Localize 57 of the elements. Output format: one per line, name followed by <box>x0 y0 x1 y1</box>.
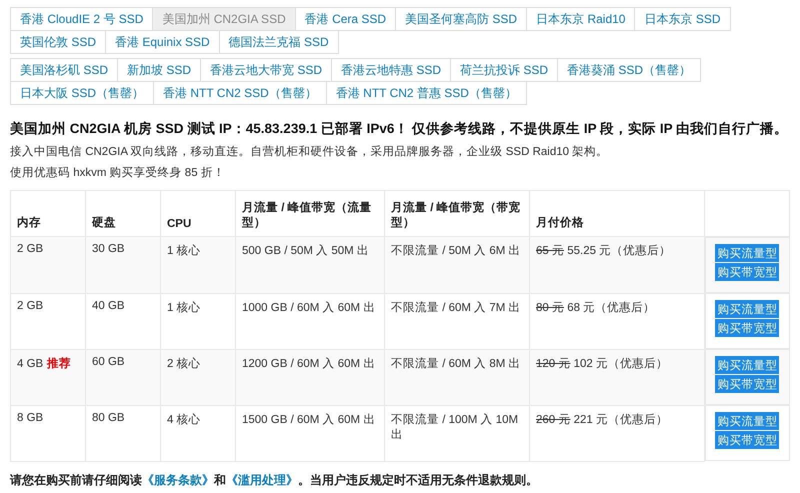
disk-text: 60 GB <box>92 356 125 368</box>
discount-price: 55.25 元（优惠后） <box>567 245 672 257</box>
location-tab[interactable]: 香港 NTT CN2 普惠 SSD（售罄） <box>326 81 527 105</box>
traffic-plan-text: 500 GB / 50M 入 50M 出 <box>242 245 369 257</box>
terms-link[interactable]: 《服务条款》 <box>142 472 214 486</box>
old-price: 80 元 <box>536 302 564 314</box>
traffic-plan-text: 1200 GB / 60M 入 60M 出 <box>242 358 376 370</box>
buy-button[interactable]: 购买带宽型 <box>715 375 780 393</box>
location-tab[interactable]: 美国加州 CN2GIA SSD <box>152 7 296 31</box>
bandwidth-plan-text: 不限流量 / 60M 入 7M 出 <box>391 302 521 314</box>
location-tab[interactable]: 美国洛杉矶 SSD <box>10 58 118 82</box>
memory-text: 8 GB <box>17 412 44 424</box>
cpu-text: 2 核心 <box>167 358 201 370</box>
location-tab[interactable]: 日本东京 SSD <box>634 7 730 31</box>
location-tab[interactable]: 日本东京 Raid10 <box>526 7 636 31</box>
buy-button[interactable]: 购买带宽型 <box>715 263 780 281</box>
cpu-text: 4 核心 <box>167 414 201 426</box>
location-tab[interactable]: 德国法兰克福 SSD <box>218 30 339 54</box>
disk-text: 80 GB <box>92 412 125 424</box>
memory-text: 2 GB <box>17 243 44 255</box>
location-tab[interactable]: 美国圣何塞高防 SSD <box>395 7 528 31</box>
buy-button[interactable]: 购买带宽型 <box>715 431 780 449</box>
memory-text: 2 GB <box>17 300 44 312</box>
buy-button[interactable]: 购买流量型 <box>715 300 780 318</box>
traffic-plan-text: 1000 GB / 60M 入 60M 出 <box>242 302 376 314</box>
bandwidth-plan-text: 不限流量 / 50M 入 6M 出 <box>391 245 521 257</box>
disk-text: 40 GB <box>92 300 125 312</box>
cpu-text: 1 核心 <box>167 245 201 257</box>
bandwidth-plan-text: 不限流量 / 60M 入 8M 出 <box>391 358 521 370</box>
location-tab[interactable]: 香港 CloudIE 2 号 SSD <box>10 7 154 31</box>
description-text: 接入中国电信 CN2GIA 双向线路，移动直连。自营机柜和硬件设备，采用品牌服务器，企业级 SSD Raid10 架构。 <box>10 144 610 159</box>
discount-price: 221 元（优惠后） <box>574 414 668 426</box>
location-tab[interactable]: 香港 Cera SSD <box>294 7 396 31</box>
old-price: 120 元 <box>536 358 570 370</box>
promo-text: 使用优惠码 hxkvm 购买享受终身 85 折！ <box>10 165 226 180</box>
buy-button[interactable]: 购买流量型 <box>715 244 780 262</box>
column-header: 内存 <box>10 190 86 236</box>
location-tab[interactable]: 香港葵涌 SSD（售罄） <box>557 58 702 82</box>
buy-button[interactable]: 购买流量型 <box>715 412 780 430</box>
memory-text: 4 GB <box>17 358 44 370</box>
old-price: 260 元 <box>536 414 570 426</box>
buy-button[interactable]: 购买带宽型 <box>715 319 780 337</box>
location-tab[interactable]: 日本大阪 SSD（售罄） <box>10 81 154 105</box>
buy-button[interactable]: 购买流量型 <box>715 356 780 374</box>
page-heading: 美国加州 CN2GIA 机房 SSD 测试 IP：45.83.239.1 已部署 IPv6！ 仅供参考线路，不提供原生 IP 段，实际 IP 由我们自行广播。 <box>10 120 790 138</box>
recommended-label: 推荐 <box>47 358 72 370</box>
cpu-text: 1 核心 <box>167 302 201 314</box>
discount-price: 102 元（优惠后） <box>574 358 668 370</box>
traffic-plan-text: 1500 GB / 60M 入 60M 出 <box>242 414 376 426</box>
bandwidth-plan-text: 不限流量 / 100M 入 10M 出 <box>391 414 518 440</box>
discount-price: 68 元（优惠后） <box>567 302 656 314</box>
disk-text: 30 GB <box>92 243 125 255</box>
old-price: 65 元 <box>536 245 564 257</box>
location-tab[interactable]: 英国伦敦 SSD <box>10 30 106 54</box>
abuse-link[interactable]: 《滥用处理》 <box>226 472 298 486</box>
notice-text: 请您在购买前请仔细阅读《服务条款》和《滥用处理》。当用户违反规定时不适用无条件退款规则。 <box>10 472 539 488</box>
location-tab[interactable]: 荷兰抗投诉 SSD <box>450 58 558 82</box>
